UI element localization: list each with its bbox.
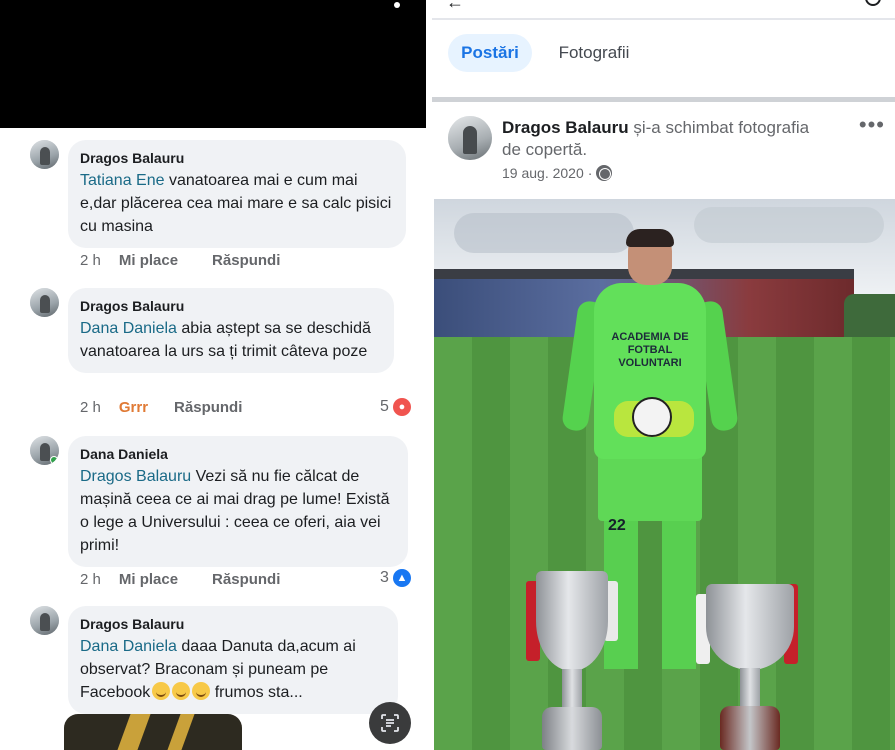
trophy-icon [690,564,810,750]
avatar[interactable] [30,606,59,635]
search-icon[interactable] [865,0,881,6]
cover-photo[interactable]: ACADEMIA DE FOTBAL VOLUNTARI 22 [434,199,895,750]
more-options-button[interactable]: ••• [859,112,885,138]
rofl-emoji-icon [172,682,191,700]
comment-bubble: Dana Daniela Dragos Balauru Vezi să nu f… [68,436,408,567]
tab-photos[interactable]: Fotografii [544,34,644,72]
angry-reaction-icon: ● [392,398,411,416]
comment-bubble: Dragos Balauru Dana Daniela abia aștept … [68,288,394,373]
comment-actions: 2 h Grrr Răspundi [80,399,242,416]
jersey-sponsor-text: ACADEMIA DE FOTBAL VOLUNTARI [611,331,689,369]
mention-link[interactable]: Dragos Balauru [80,468,191,485]
comment-text: Dragos Balauru Vezi să nu fie călcat de … [80,468,390,554]
post-header: Dragos Balauru și-a schimbat fotografia … [502,117,822,161]
comment-actions: 2 h Mi place Răspundi [80,252,280,269]
comment-time: 2 h [80,252,101,269]
like-reaction-icon: ▲ [392,569,411,587]
avatar[interactable] [30,288,59,317]
back-arrow-icon[interactable]: ← [446,0,464,13]
dark-header-area [0,0,426,128]
reply-button[interactable]: Răspundi [212,252,280,269]
reply-button[interactable]: Răspundi [174,399,242,416]
like-button[interactable]: Mi place [119,571,178,588]
status-dot [394,2,400,8]
reaction-count: 3 [380,569,389,586]
like-button[interactable]: Mi place [119,252,178,269]
reply-button[interactable]: Răspundi [212,571,280,588]
comment-time: 2 h [80,571,101,588]
avatar[interactable] [30,436,59,465]
profile-panel: ← Postări Fotografii Dragos Balauru și-a… [432,0,895,750]
trophy-icon [516,561,626,750]
globe-icon [596,165,613,181]
attached-image-thumbnail[interactable] [64,714,242,750]
comment-bubble: Dragos Balauru Dana Daniela daaa Danuta … [68,606,398,714]
header-divider [432,18,895,20]
jersey-number: 22 [608,517,626,534]
comment-time: 2 h [80,399,101,416]
mention-link[interactable]: Dana Daniela [80,320,177,337]
post-meta: 19 aug. 2020 · [502,165,613,181]
football-icon [632,397,672,437]
online-status-dot [50,456,58,464]
reaction-summary[interactable]: 5 ● [380,398,411,416]
comment-text: Dana Daniela abia aștept sa se deschidă … [80,320,371,360]
post-date[interactable]: 19 aug. 2020 [502,165,584,181]
rofl-emoji-icon [152,682,171,700]
comment-text: Dana Daniela daaa Danuta da,acum ai obse… [80,638,356,701]
avatar[interactable] [30,140,59,169]
avatar[interactable] [448,116,492,160]
comment-actions: 2 h Mi place Răspundi [80,571,280,588]
comment-author[interactable]: Dana Daniela [80,445,396,463]
comment-author[interactable]: Dragos Balauru [80,297,382,315]
text-scan-icon [381,714,399,732]
tab-posts[interactable]: Postări [448,34,532,72]
rofl-emoji-icon [192,682,211,700]
comment-author[interactable]: Dragos Balauru [80,149,394,167]
reaction-summary[interactable]: 3 ▲ [380,569,411,587]
mention-link[interactable]: Dana Daniela [80,638,177,655]
comment-text: Tatiana Ene vanatoarea mai e cum mai e,d… [80,172,392,235]
mention-link[interactable]: Tatiana Ene [80,172,165,189]
grrr-reaction-button[interactable]: Grrr [119,399,148,416]
text-scan-button[interactable] [369,702,411,744]
comment-author[interactable]: Dragos Balauru [80,615,386,633]
section-separator [432,97,895,102]
reaction-count: 5 [380,398,389,415]
comment-bubble: Dragos Balauru Tatiana Ene vanatoarea ma… [68,140,406,248]
comments-panel: Dragos Balauru Tatiana Ene vanatoarea ma… [0,0,426,750]
post-author[interactable]: Dragos Balauru [502,118,629,137]
